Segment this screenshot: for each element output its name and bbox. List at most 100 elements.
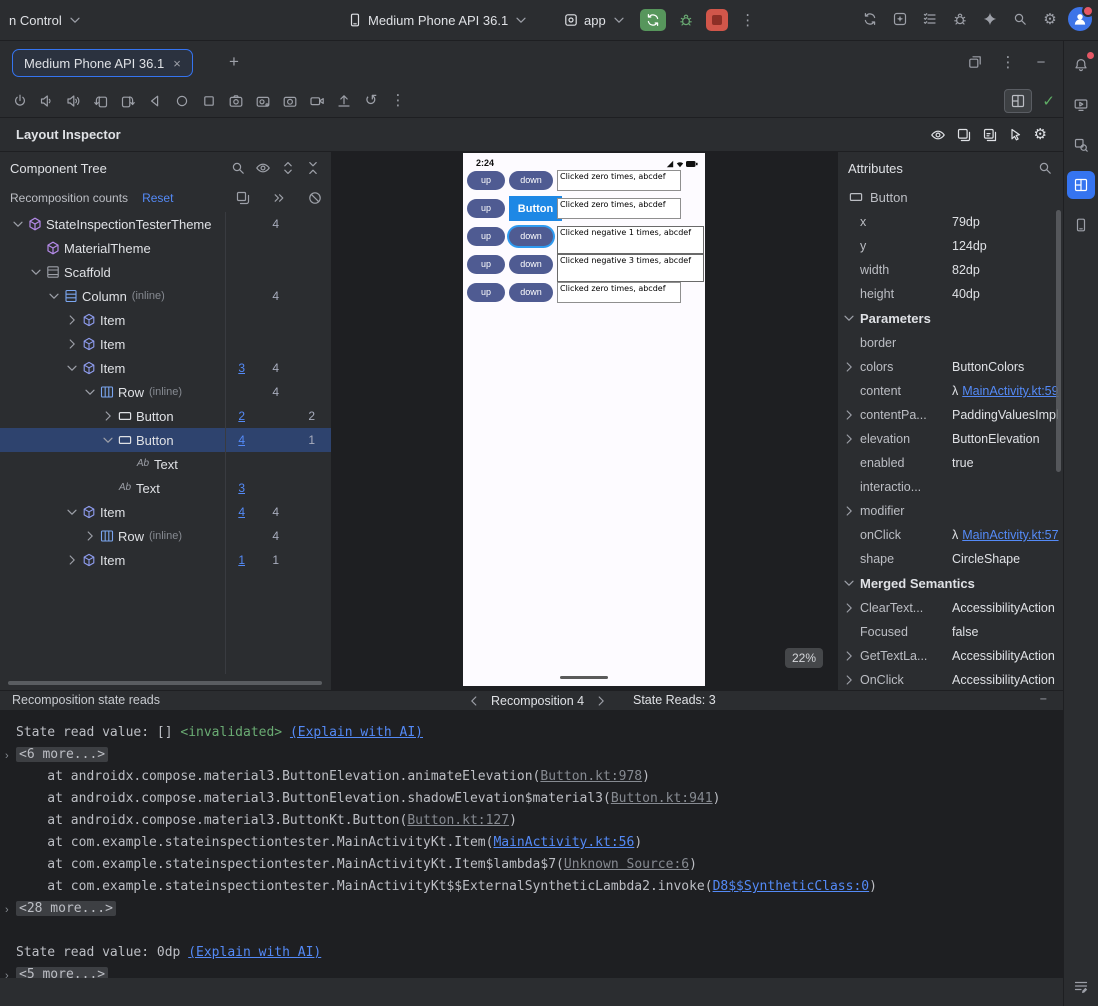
copy-layout-icon[interactable] bbox=[982, 127, 998, 143]
attributes-section-header[interactable]: Parameters bbox=[838, 306, 1063, 331]
chevron-right-icon[interactable] bbox=[841, 672, 857, 688]
attribute-row[interactable]: OnClick AccessibilityAction bbox=[838, 668, 1063, 690]
clear-counts-icon[interactable] bbox=[307, 190, 323, 206]
attribute-row[interactable]: colors ButtonColors bbox=[838, 355, 1063, 379]
down-button[interactable]: down bbox=[509, 255, 553, 274]
chevron-down-icon[interactable] bbox=[841, 310, 857, 326]
attribute-row[interactable]: onClick λ MainActivity.kt:57 bbox=[838, 523, 1063, 547]
recomposition-counts-icon[interactable] bbox=[235, 190, 251, 206]
rotate-left-icon[interactable] bbox=[89, 89, 113, 113]
attribute-row[interactable]: height 40dp bbox=[838, 282, 1063, 306]
down-button[interactable]: down bbox=[509, 227, 553, 246]
stack-frame-link[interactable]: Button.kt:978 bbox=[540, 769, 642, 784]
attribute-row[interactable]: y 124dp bbox=[838, 234, 1063, 258]
up-button[interactable]: up bbox=[467, 255, 505, 274]
explain-with-ai-link[interactable]: (Explain with AI) bbox=[188, 945, 321, 960]
chevron-right-icon[interactable] bbox=[841, 648, 857, 664]
collapsed-frames-chip[interactable]: <6 more...> bbox=[16, 747, 109, 762]
tree-row[interactable]: Item bbox=[0, 308, 331, 332]
tree-row[interactable]: Item 4 4 bbox=[0, 500, 331, 524]
attribute-row[interactable]: border bbox=[838, 331, 1063, 355]
attribute-row[interactable]: x 79dp bbox=[838, 210, 1063, 234]
explain-with-ai-link[interactable]: (Explain with AI) bbox=[290, 725, 423, 740]
reset-counts-link[interactable]: Reset bbox=[142, 191, 173, 205]
attribute-row[interactable]: ClearText... AccessibilityAction bbox=[838, 596, 1063, 620]
tree-row[interactable]: Item bbox=[0, 332, 331, 356]
tree-row[interactable]: Scaffold bbox=[0, 260, 331, 284]
run-config-selector[interactable]: app bbox=[558, 7, 632, 33]
attribute-row[interactable]: Focused false bbox=[838, 620, 1063, 644]
expand-all-icon[interactable] bbox=[280, 160, 296, 176]
up-button[interactable]: up bbox=[467, 227, 505, 246]
chevron-down-icon[interactable] bbox=[28, 264, 44, 280]
search-icon[interactable] bbox=[1037, 160, 1053, 176]
click-count-text[interactable]: Clicked zero times, abcdef bbox=[557, 198, 681, 219]
chevron-right-icon[interactable] bbox=[841, 431, 857, 447]
click-count-text[interactable]: Clicked negative 1 times, abcdef bbox=[557, 226, 704, 254]
attributes-section-header[interactable]: Merged Semantics bbox=[838, 571, 1063, 596]
running-devices-icon[interactable] bbox=[1067, 91, 1095, 119]
expander-icon[interactable]: › bbox=[5, 745, 9, 767]
user-avatar[interactable] bbox=[1068, 5, 1094, 31]
sync-project-icon[interactable] bbox=[858, 7, 882, 31]
bug-report-icon[interactable] bbox=[948, 7, 972, 31]
screenshot-icon[interactable] bbox=[224, 89, 248, 113]
close-icon[interactable]: × bbox=[173, 56, 181, 71]
skips-icon[interactable] bbox=[271, 190, 287, 206]
collapsed-frames-chip[interactable]: <28 more...> bbox=[16, 901, 116, 916]
snapshot-icon[interactable]: ↺ bbox=[359, 89, 383, 113]
recomposition-count-link[interactable]: 2 bbox=[219, 409, 245, 423]
tree-row[interactable]: Column (inline) 4 bbox=[0, 284, 331, 308]
back-icon[interactable] bbox=[143, 89, 167, 113]
minimize-icon[interactable]: − bbox=[1040, 692, 1047, 706]
display-options-icon[interactable] bbox=[1067, 972, 1095, 1000]
state-reads-console[interactable]: State read value: [] <invalidated> (Expl… bbox=[0, 710, 1063, 978]
emulator-tab[interactable]: Medium Phone API 36.1 × bbox=[12, 49, 193, 77]
recomposition-count-link[interactable]: 3 bbox=[219, 361, 245, 375]
eye-icon[interactable] bbox=[255, 160, 271, 176]
live-updates-icon[interactable] bbox=[930, 127, 946, 143]
attribute-row[interactable]: interactio... bbox=[838, 475, 1063, 499]
tree-row[interactable]: StateInspectionTesterTheme 4 bbox=[0, 212, 331, 236]
collapsed-frames-chip[interactable]: <5 more...> bbox=[16, 967, 109, 978]
recomposition-count-link[interactable]: 4 bbox=[219, 433, 245, 447]
tree-row[interactable]: Item 1 1 bbox=[0, 548, 331, 572]
chevron-down-icon[interactable] bbox=[10, 216, 26, 232]
vcs-widget[interactable]: n Control bbox=[2, 7, 90, 33]
chevron-down-icon[interactable] bbox=[64, 504, 80, 520]
prev-recomposition-button[interactable] bbox=[466, 693, 482, 709]
layout-inspector-toggle[interactable] bbox=[1004, 88, 1033, 113]
attribute-row[interactable]: shape CircleShape bbox=[838, 547, 1063, 571]
chevron-down-icon[interactable] bbox=[46, 288, 62, 304]
recomposition-count-link[interactable]: 1 bbox=[219, 553, 245, 567]
layout-inspector-icon[interactable] bbox=[1067, 171, 1095, 199]
chevron-right-icon[interactable] bbox=[64, 552, 80, 568]
notifications-icon[interactable] bbox=[1067, 51, 1095, 79]
attribute-row[interactable]: content λ MainActivity.kt:59 bbox=[838, 379, 1063, 403]
tree-row[interactable]: MaterialTheme bbox=[0, 236, 331, 260]
chevron-down-icon[interactable] bbox=[100, 432, 116, 448]
attribute-row[interactable]: modifier bbox=[838, 499, 1063, 523]
tree-row[interactable]: Ab Text bbox=[0, 452, 331, 476]
rotate-right-icon[interactable] bbox=[116, 89, 140, 113]
click-count-text[interactable]: Clicked zero times, abcdef bbox=[557, 282, 681, 303]
up-button[interactable]: up bbox=[467, 199, 505, 218]
recomposition-count-link[interactable]: 3 bbox=[219, 481, 245, 495]
stop-button[interactable] bbox=[705, 9, 728, 31]
tree-horizontal-scrollbar[interactable] bbox=[8, 681, 322, 685]
attributes-scrollbar[interactable] bbox=[1056, 210, 1061, 472]
chevron-right-icon[interactable] bbox=[841, 600, 857, 616]
search-everywhere-icon[interactable] bbox=[1008, 7, 1032, 31]
overview-icon[interactable] bbox=[197, 89, 221, 113]
chevron-right-icon[interactable] bbox=[100, 408, 116, 424]
attribute-row[interactable]: elevation ButtonElevation bbox=[838, 427, 1063, 451]
add-device-button[interactable]: + bbox=[222, 50, 246, 74]
device-selector[interactable]: Medium Phone API 36.1 bbox=[340, 7, 536, 33]
chevron-right-icon[interactable] bbox=[82, 528, 98, 544]
minimize-icon[interactable]: − bbox=[1029, 50, 1053, 74]
next-recomposition-button[interactable] bbox=[593, 693, 609, 709]
run-more-options-button[interactable]: ⋮ bbox=[736, 8, 760, 32]
chevron-right-icon[interactable] bbox=[841, 503, 857, 519]
rerun-button[interactable] bbox=[639, 9, 666, 31]
click-count-text[interactable]: Clicked zero times, abcdef bbox=[557, 170, 681, 191]
